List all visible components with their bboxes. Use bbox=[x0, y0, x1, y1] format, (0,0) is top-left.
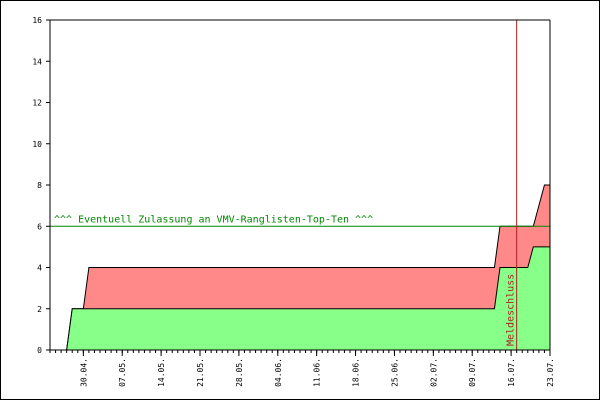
x-tick-label: 28.05. bbox=[235, 358, 244, 387]
x-tick-label: 16.07. bbox=[507, 358, 516, 387]
x-tick-label: 18.06. bbox=[352, 358, 361, 387]
y-tick-label: 16 bbox=[32, 16, 42, 25]
deadline-label: Meldeschluss bbox=[506, 274, 517, 346]
y-tick-label: 14 bbox=[32, 57, 42, 66]
y-tick-label: 8 bbox=[37, 181, 42, 190]
threshold-label: ^^^ Eventuell Zulassung an VMV-Rangliste… bbox=[54, 214, 373, 225]
x-tick-label: 02.07. bbox=[429, 358, 438, 387]
x-tick-label: 09.07. bbox=[468, 358, 477, 387]
y-tick-label: 10 bbox=[32, 140, 42, 149]
y-tick-label: 12 bbox=[32, 99, 42, 108]
x-tick-label: 21.05. bbox=[196, 358, 205, 387]
x-tick-label: 23.07. bbox=[546, 358, 555, 387]
x-tick-label: 11.06. bbox=[313, 358, 322, 387]
y-tick-label: 0 bbox=[37, 346, 42, 355]
y-tick-label: 2 bbox=[37, 305, 42, 314]
x-tick-label: 07.05. bbox=[118, 358, 127, 387]
x-tick-label: 14.05. bbox=[157, 358, 166, 387]
x-tick-label: 04.06. bbox=[274, 358, 283, 387]
x-tick-label: 30.04. bbox=[79, 358, 88, 387]
chart: ^^^ Eventuell Zulassung an VMV-Rangliste… bbox=[32, 16, 555, 387]
y-tick-label: 6 bbox=[37, 222, 42, 231]
x-tick-label: 25.06. bbox=[390, 358, 399, 387]
y-tick-label: 4 bbox=[37, 264, 42, 273]
